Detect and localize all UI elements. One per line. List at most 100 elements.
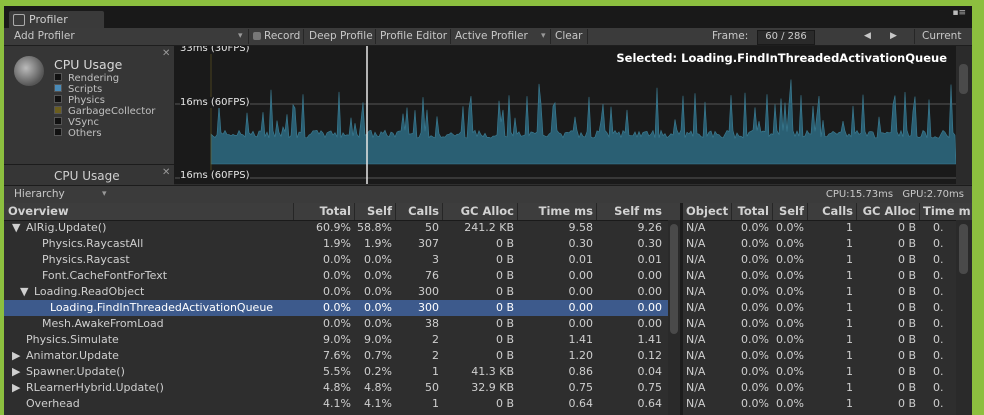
- expand-arrow-icon[interactable]: ▶: [12, 348, 20, 364]
- row-self: 4.8%: [364, 381, 392, 394]
- details-calls: 1: [846, 253, 853, 266]
- col-details-calls[interactable]: Calls: [807, 203, 853, 220]
- col-details-self[interactable]: Self: [772, 203, 804, 220]
- details-scrollbar[interactable]: [956, 220, 972, 415]
- row-name: Overhead: [26, 397, 80, 410]
- table-row[interactable]: Physics.RaycastAll 1.9% 1.9% 307 0 B 0.30 0.30: [4, 236, 668, 252]
- hierarchy-scroll-thumb[interactable]: [670, 224, 678, 334]
- close-module-2-icon[interactable]: ✕: [162, 167, 170, 178]
- table-row[interactable]: ▶ Spawner.Update() 5.5% 0.2% 1 41.3 KB 0.86 0.0…: [4, 364, 668, 380]
- prev-frame-button[interactable]: ◀: [864, 28, 871, 45]
- details-gc-alloc: 0 B: [897, 237, 916, 250]
- toolbar: Add Profiler ▾ Record Deep Profile Profi…: [4, 28, 972, 46]
- col-self-ms[interactable]: Self ms: [596, 203, 662, 220]
- details-row[interactable]: N/A 0.0% 0.0% 1 0 B 0.: [683, 348, 956, 364]
- cpu-usage-area: [210, 79, 956, 165]
- legend-label: Physics: [68, 95, 105, 106]
- row-time-ms: 0.00: [568, 317, 594, 330]
- expand-arrow-icon[interactable]: ▼: [20, 284, 28, 300]
- details-calls: 1: [846, 397, 853, 410]
- row-self: 0.0%: [364, 269, 392, 282]
- cpu-usage-module-2[interactable]: CPU Usage ✕: [4, 164, 174, 185]
- details-row[interactable]: N/A 0.0% 0.0% 1 0 B 0.: [683, 268, 956, 284]
- col-details-gc-alloc[interactable]: GC Alloc: [856, 203, 916, 220]
- col-time-ms[interactable]: Time ms: [517, 203, 593, 220]
- col-details-total[interactable]: Total: [731, 203, 769, 220]
- next-frame-button[interactable]: ▶: [890, 28, 897, 45]
- col-total[interactable]: Total: [293, 203, 351, 220]
- details-row[interactable]: N/A 0.0% 0.0% 1 0 B 0.: [683, 332, 956, 348]
- details-row[interactable]: N/A 0.0% 0.0% 1 0 B 0.: [683, 284, 956, 300]
- row-total: 4.1%: [323, 397, 351, 410]
- frame-field[interactable]: 60 / 286: [757, 30, 815, 45]
- details-row[interactable]: N/A 0.0% 0.0% 1 0 B 0.: [683, 220, 956, 236]
- row-time-ms: 0.01: [568, 253, 594, 266]
- legend-item[interactable]: VSync: [54, 117, 155, 128]
- table-row[interactable]: Font.CacheFontForText 0.0% 0.0% 76 0 B 0.00 0.…: [4, 268, 668, 284]
- hierarchy-scrollbar[interactable]: [668, 220, 680, 415]
- col-self[interactable]: Self: [354, 203, 392, 220]
- graph-scroll-thumb[interactable]: [959, 64, 968, 94]
- row-calls: 1: [432, 365, 439, 378]
- cpu-usage-graph[interactable]: 33ms (30FPS) 16ms (60FPS) 16ms (60FPS) S…: [175, 46, 956, 184]
- row-total: 7.6%: [323, 349, 351, 362]
- details-gc-alloc: 0 B: [897, 397, 916, 410]
- col-calls[interactable]: Calls: [395, 203, 439, 220]
- details-row[interactable]: N/A 0.0% 0.0% 1 0 B 0.: [683, 380, 956, 396]
- cpu-usage-module[interactable]: CPU Usage ✕ Rendering Scripts Physics Garba…: [4, 46, 175, 185]
- table-row[interactable]: ▼ AIRig.Update() 60.9% 58.8% 50 241.2 KB 9.58 9…: [4, 220, 668, 236]
- row-time-ms: 0.30: [568, 237, 594, 250]
- table-row[interactable]: Loading.FindInThreadedActivationQueue 0.0…: [4, 300, 668, 316]
- table-row[interactable]: ▶ RLearnerHybrid.Update() 4.8% 4.8% 50 32.9 K…: [4, 380, 668, 396]
- record-button[interactable]: Record: [253, 28, 300, 45]
- expand-arrow-icon[interactable]: ▶: [12, 364, 20, 380]
- expand-arrow-icon[interactable]: ▶: [12, 380, 20, 396]
- details-calls: 1: [846, 381, 853, 394]
- clear-button[interactable]: Clear: [555, 28, 582, 45]
- details-self: 0.0%: [776, 333, 804, 346]
- legend-item[interactable]: Physics: [54, 95, 155, 106]
- details-row[interactable]: N/A 0.0% 0.0% 1 0 B 0.: [683, 364, 956, 380]
- table-row[interactable]: Mesh.AwakeFromLoad 0.0% 0.0% 38 0 B 0.00 0.00: [4, 316, 668, 332]
- col-overview[interactable]: Overview: [8, 203, 69, 220]
- close-module-icon[interactable]: ✕: [162, 48, 170, 59]
- details-time: 0.: [933, 237, 944, 250]
- row-gc-alloc: 0 B: [495, 317, 514, 330]
- details-row[interactable]: N/A 0.0% 0.0% 1 0 B 0.: [683, 252, 956, 268]
- tab-profiler[interactable]: Profiler: [8, 10, 105, 29]
- details-calls: 1: [846, 349, 853, 362]
- table-row[interactable]: Physics.Simulate 9.0% 9.0% 2 0 B 1.41 1.41: [4, 332, 668, 348]
- row-total: 0.0%: [323, 253, 351, 266]
- add-profiler-dropdown[interactable]: Add Profiler ▾: [14, 28, 243, 45]
- details-row[interactable]: N/A 0.0% 0.0% 1 0 B 0.: [683, 396, 956, 412]
- details-row[interactable]: N/A 0.0% 0.0% 1 0 B 0.: [683, 236, 956, 252]
- hierarchy-view-dropdown[interactable]: Hierarchy ▾: [6, 187, 124, 201]
- current-frame-button[interactable]: Current: [922, 28, 961, 45]
- table-row[interactable]: Physics.Raycast 0.0% 0.0% 3 0 B 0.01 0.01: [4, 252, 668, 268]
- table-row[interactable]: ▼ Loading.ReadObject 0.0% 0.0% 300 0 B 0.00 0.0…: [4, 284, 668, 300]
- legend-item[interactable]: Rendering: [54, 73, 155, 84]
- details-gc-alloc: 0 B: [897, 381, 916, 394]
- table-row[interactable]: Overhead 4.1% 4.1% 1 0 B 0.64 0.64: [4, 396, 668, 412]
- toolbar-separator: [450, 29, 451, 44]
- details-scroll-thumb[interactable]: [959, 224, 968, 274]
- row-total: 0.0%: [323, 285, 351, 298]
- details-row[interactable]: N/A 0.0% 0.0% 1 0 B 0.: [683, 316, 956, 332]
- deep-profile-button[interactable]: Deep Profile: [309, 28, 373, 45]
- legend-item[interactable]: GarbageCollector: [54, 106, 155, 117]
- active-profiler-dropdown[interactable]: Active Profiler ▾: [455, 28, 546, 45]
- col-details-time[interactable]: Time m: [923, 203, 971, 220]
- table-row[interactable]: ▶ Animator.Update 7.6% 0.7% 2 0 B 1.20 0.12: [4, 348, 668, 364]
- legend-item[interactable]: Scripts: [54, 84, 155, 95]
- row-calls: 1: [432, 397, 439, 410]
- legend-item[interactable]: Others: [54, 128, 155, 139]
- row-calls: 50: [425, 381, 439, 394]
- profile-editor-button[interactable]: Profile Editor: [380, 28, 447, 45]
- hierarchy-bar: Hierarchy ▾ CPU:15.73ms GPU:2.70ms: [4, 185, 972, 204]
- graph-scrollbar[interactable]: [956, 46, 972, 184]
- expand-arrow-icon[interactable]: ▼: [12, 220, 20, 236]
- col-object[interactable]: Object: [686, 203, 728, 220]
- details-row[interactable]: N/A 0.0% 0.0% 1 0 B 0.: [683, 300, 956, 316]
- window-menu-icon[interactable]: ▪≡: [952, 8, 966, 18]
- col-gc-alloc[interactable]: GC Alloc: [442, 203, 514, 220]
